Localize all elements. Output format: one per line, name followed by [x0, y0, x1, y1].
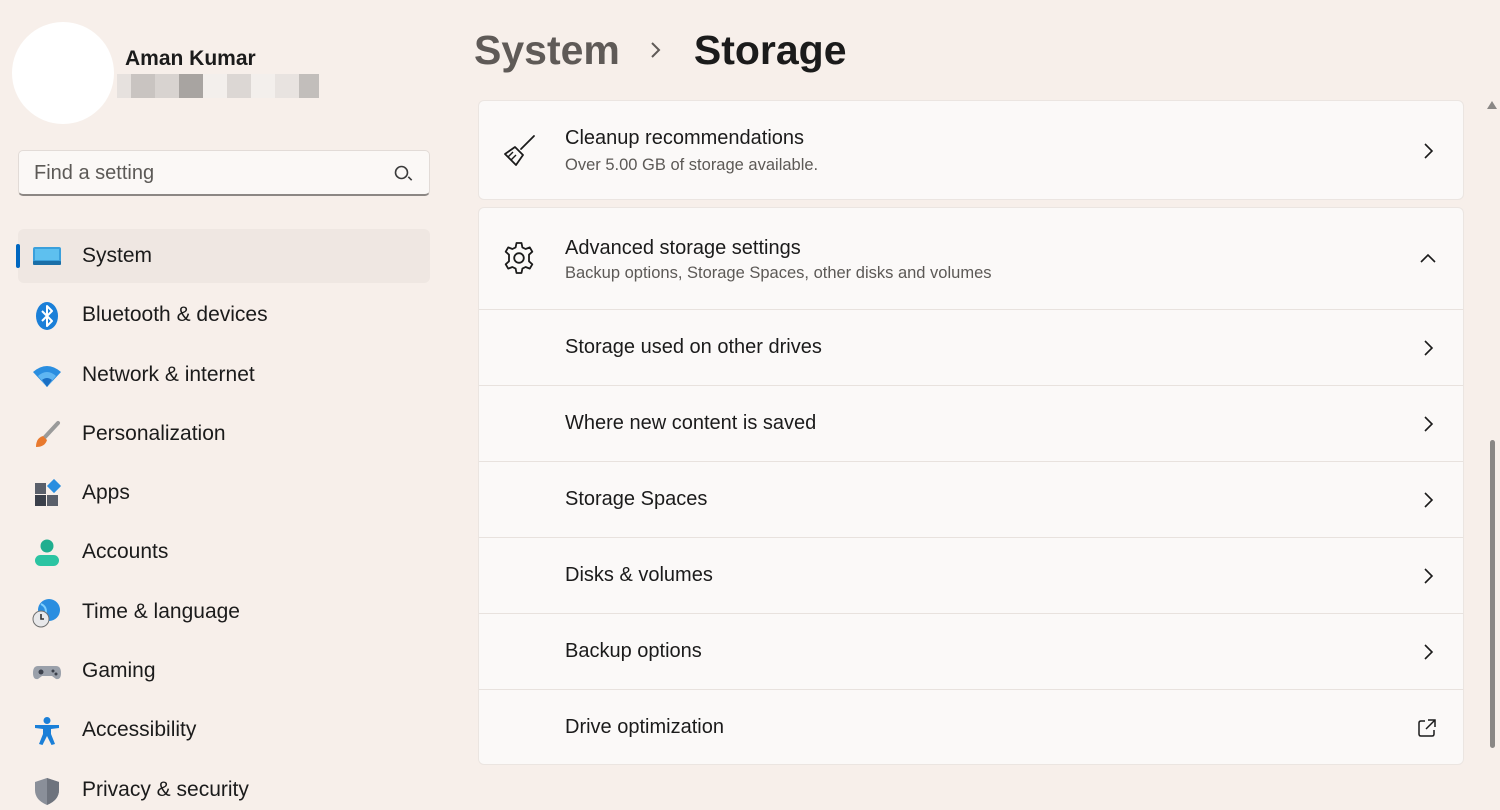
nav-item-time-language[interactable]: Time & language [18, 585, 430, 639]
redacted-pixel-block [179, 74, 203, 98]
advanced-storage-header[interactable]: Advanced storage settings Backup options… [479, 208, 1463, 309]
list-item-label: Drive optimization [565, 716, 724, 738]
nav-item-system[interactable]: System [16, 229, 430, 283]
nav-item-network[interactable]: Network & internet [18, 348, 430, 402]
redacted-pixel-block [155, 74, 179, 98]
avatar[interactable] [12, 22, 114, 124]
nav-label: Apps [82, 481, 130, 505]
chevron-up-icon[interactable] [1419, 250, 1437, 268]
chevron-right-icon [1424, 340, 1434, 356]
storage-spaces-item[interactable]: Storage Spaces [479, 461, 1463, 537]
list-item-label: Storage used on other drives [565, 336, 822, 358]
shield-icon [35, 777, 59, 805]
nav-label: Accessibility [82, 718, 197, 742]
list-item-label: Backup options [565, 640, 702, 662]
broom-icon [504, 135, 535, 166]
search-icon[interactable] [393, 164, 413, 184]
search-box[interactable] [18, 150, 430, 196]
cleanup-recommendations-card[interactable]: Cleanup recommendations Over 5.00 GB of … [478, 100, 1464, 200]
drive-optimization-item[interactable]: Drive optimization [479, 689, 1463, 765]
user-name: Aman Kumar [125, 47, 256, 70]
apps-icon [35, 479, 62, 507]
scroll-up-arrow-icon[interactable] [1486, 100, 1498, 110]
redacted-pixel-block [275, 74, 299, 98]
sidebar: Aman Kumar System Bluetooth & devices [0, 0, 450, 810]
account-icon [35, 539, 59, 567]
breadcrumb-parent[interactable]: System [474, 27, 620, 74]
redacted-pixel-block [227, 74, 251, 98]
chevron-right-icon [1424, 416, 1434, 432]
wifi-icon [33, 365, 61, 387]
redacted-pixel-block [251, 74, 275, 98]
redacted-pixel-block [203, 74, 227, 98]
advanced-storage-subtitle: Backup options, Storage Spaces, other di… [565, 264, 992, 282]
system-icon [33, 247, 61, 265]
list-item-label: Disks & volumes [565, 564, 713, 586]
gamepad-icon [33, 666, 61, 680]
scrollbar-thumb[interactable] [1490, 440, 1495, 748]
where-new-content-saved-item[interactable]: Where new content is saved [479, 385, 1463, 461]
globe-clock-icon [32, 598, 60, 628]
chevron-right-icon [1424, 492, 1434, 508]
gear-icon [504, 242, 534, 274]
nav-label: Personalization [82, 421, 226, 445]
list-item-label: Where new content is saved [565, 412, 817, 434]
nav-label: Bluetooth & devices [82, 303, 268, 327]
backup-options-item[interactable]: Backup options [479, 613, 1463, 689]
user-email-redacted [117, 74, 319, 98]
cleanup-title: Cleanup recommendations [565, 127, 805, 149]
nav-label: Time & language [82, 599, 240, 623]
chevron-right-icon [651, 42, 661, 58]
search-input[interactable] [19, 151, 379, 195]
nav-label: Accounts [82, 540, 169, 564]
user-profile[interactable]: Aman Kumar [12, 22, 432, 124]
nav-label: System [82, 244, 153, 267]
external-link-icon [1418, 719, 1436, 737]
advanced-storage-title: Advanced storage settings [565, 237, 801, 259]
cleanup-subtitle: Over 5.00 GB of storage available. [565, 156, 819, 174]
redacted-pixel-block [131, 74, 155, 98]
nav-item-accounts[interactable]: Accounts [18, 525, 430, 579]
chevron-right-icon [1424, 568, 1434, 584]
breadcrumb: System Storage [474, 24, 847, 76]
nav-item-accessibility[interactable]: Accessibility [18, 703, 430, 757]
redacted-pixel-block [299, 74, 319, 98]
chevron-right-icon [1424, 644, 1434, 660]
disks-volumes-item[interactable]: Disks & volumes [479, 537, 1463, 613]
nav-label: Gaming [82, 659, 156, 683]
nav-label: Privacy & security [82, 777, 249, 801]
nav-item-gaming[interactable]: Gaming [18, 644, 430, 698]
nav-item-bluetooth[interactable]: Bluetooth & devices [18, 288, 430, 342]
nav-label: Network & internet [82, 362, 255, 386]
nav-item-apps[interactable]: Apps [18, 466, 430, 520]
nav-menu: System Bluetooth & devices Network & int… [16, 229, 430, 810]
bluetooth-icon [36, 302, 58, 331]
chevron-right-icon [1424, 143, 1434, 159]
accessibility-icon [35, 717, 59, 746]
page-title: Storage [693, 26, 847, 73]
list-item-label: Storage Spaces [565, 488, 708, 510]
nav-item-personalization[interactable]: Personalization [18, 407, 430, 461]
storage-used-other-drives-item[interactable]: Storage used on other drives [479, 309, 1463, 385]
redacted-pixel-block [117, 74, 131, 98]
nav-item-privacy[interactable]: Privacy & security [18, 763, 430, 810]
brush-icon [36, 420, 60, 447]
advanced-storage-settings-card: Advanced storage settings Backup options… [478, 207, 1464, 765]
